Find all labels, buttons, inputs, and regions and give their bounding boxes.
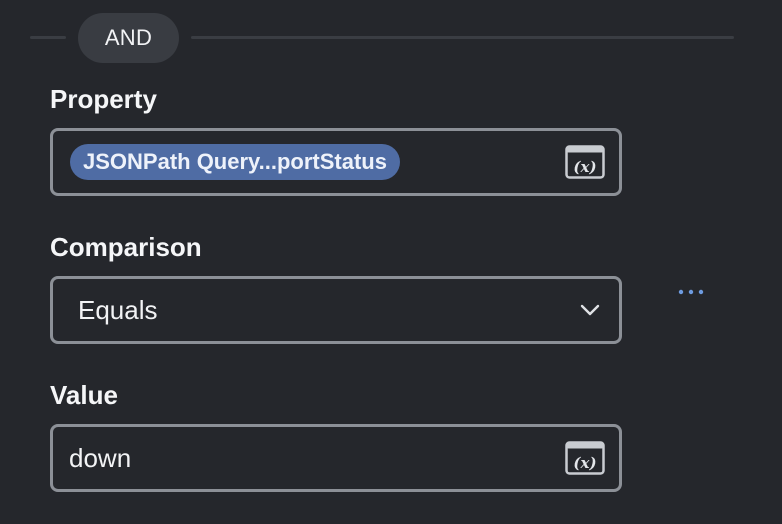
more-options-button[interactable] bbox=[672, 280, 712, 304]
comparison-selected-value: Equals bbox=[78, 295, 158, 325]
svg-text:(x): (x) bbox=[573, 158, 596, 176]
chevron-down-icon bbox=[580, 304, 600, 316]
divider-right bbox=[191, 36, 734, 39]
divider-left bbox=[30, 36, 66, 39]
variable-x-icon: (x) bbox=[565, 145, 605, 179]
property-token-chip[interactable]: JSONPath Query...portStatus bbox=[70, 144, 400, 180]
variable-x-icon: (x) bbox=[565, 441, 605, 475]
insert-variable-button[interactable]: (x) bbox=[565, 441, 605, 475]
property-field[interactable]: JSONPath Query...portStatus (x) bbox=[50, 128, 622, 196]
logic-operator-pill[interactable]: AND bbox=[78, 13, 179, 63]
comparison-select[interactable]: Equals bbox=[50, 276, 622, 344]
property-label: Property bbox=[50, 84, 157, 114]
ellipsis-icon bbox=[678, 289, 704, 295]
insert-variable-button[interactable]: (x) bbox=[565, 145, 605, 179]
comparison-label: Comparison bbox=[50, 232, 202, 262]
value-field[interactable]: (x) bbox=[50, 424, 622, 492]
value-input[interactable] bbox=[53, 427, 543, 489]
svg-text:(x): (x) bbox=[573, 454, 596, 472]
value-label: Value bbox=[50, 380, 118, 410]
condition-editor: AND Property JSONPath Query...portStatus… bbox=[0, 0, 782, 524]
